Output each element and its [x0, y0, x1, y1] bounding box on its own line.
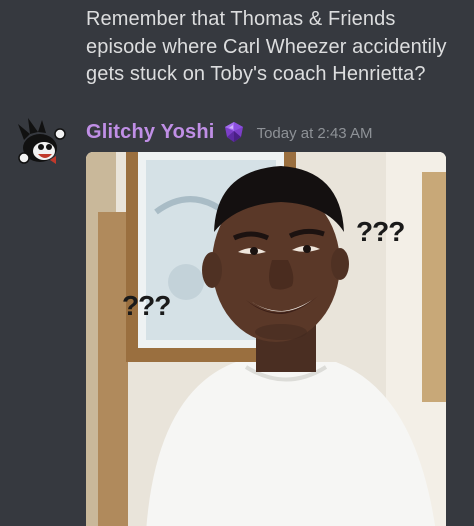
message-header: Glitchy Yoshi Today at 2:43 AM [86, 118, 372, 146]
avatar-image [16, 116, 68, 168]
image-attachment[interactable]: ??? ??? [86, 152, 446, 526]
message-timestamp: Today at 2:43 AM [256, 124, 373, 142]
question-marks-right: ??? [356, 216, 405, 247]
username[interactable]: Glitchy Yoshi [86, 121, 215, 144]
question-marks-left: ??? [122, 290, 171, 321]
purple-gem-icon [221, 121, 247, 143]
meme-photo [86, 152, 446, 526]
chat-message: Glitchy Yoshi Today at 2:43 AM ??? ??? [0, 112, 474, 526]
user-avatar[interactable] [16, 116, 68, 168]
previous-message-text: Remember that Thomas & Friends episode w… [86, 8, 447, 85]
